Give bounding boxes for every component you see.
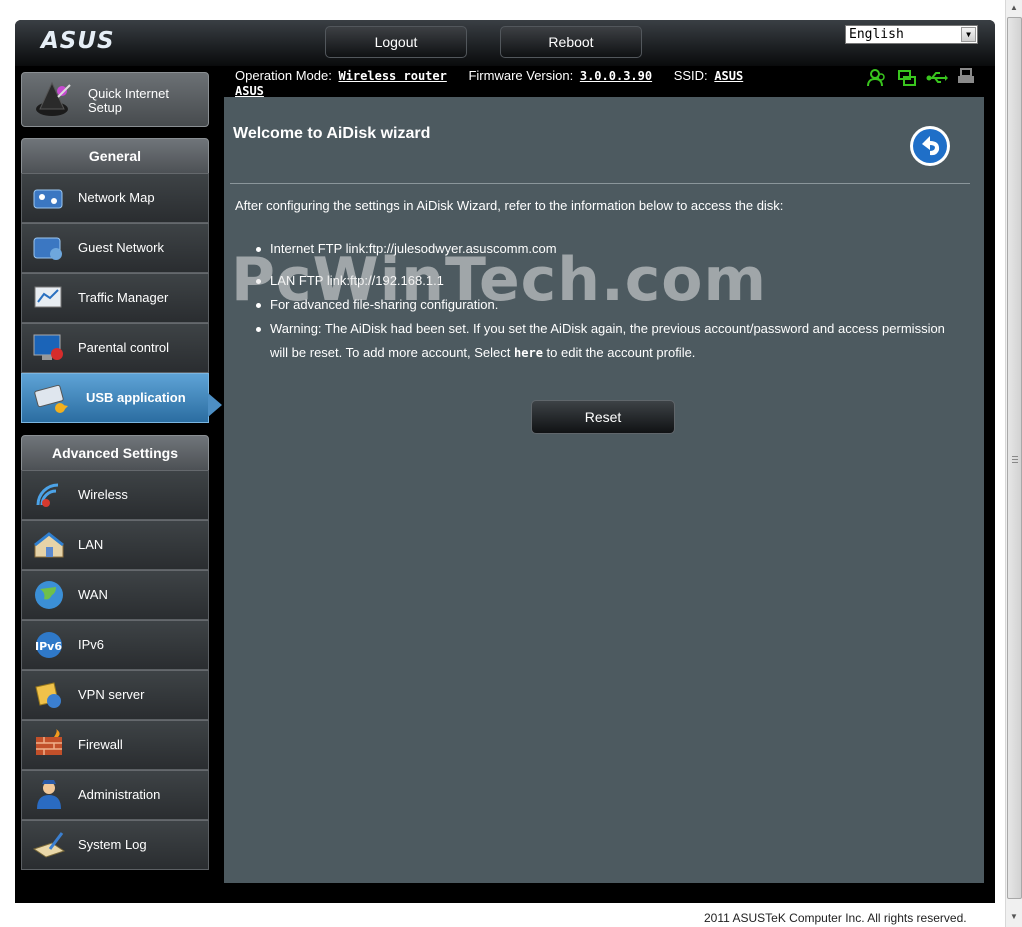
scroll-thumb[interactable] <box>1007 17 1022 899</box>
list-item: LAN FTP link:ftp://192.168.1.1 <box>250 269 950 293</box>
list-item: For advanced file-sharing configuration. <box>250 293 950 317</box>
sidebar-item-parental-control[interactable]: Parental control <box>21 323 209 373</box>
wireless-icon <box>32 479 66 511</box>
sidebar-item-wireless[interactable]: Wireless <box>21 470 209 520</box>
svg-text:IPv6: IPv6 <box>35 640 62 653</box>
internet-ftp-link[interactable]: Internet FTP link:ftp://julesodwyer.asus… <box>270 241 557 256</box>
sidebar-item-label: Wireless <box>78 487 128 502</box>
advanced-settings-header: Advanced Settings <box>21 435 209 471</box>
intro-text: After configuring the settings in AiDisk… <box>235 198 784 213</box>
usb-application-icon <box>32 382 68 414</box>
sidebar-item-label: Firewall <box>78 737 123 752</box>
firmware-label: Firmware Version: <box>468 68 574 83</box>
parental-control-icon <box>32 332 66 364</box>
clients-icon[interactable] <box>867 68 889 90</box>
copyright-footer: 2011 ASUSTeK Computer Inc. All rights re… <box>704 911 967 925</box>
list-item: Warning: The AiDisk had been set. If you… <box>250 317 950 365</box>
sidebar-item-label: IPv6 <box>78 637 105 652</box>
wizard-hat-icon <box>34 81 74 124</box>
scroll-up-icon[interactable]: ▲ <box>1010 3 1018 12</box>
language-select[interactable]: English ▼ <box>845 25 978 44</box>
vpn-server-icon <box>32 679 66 711</box>
sidebar-item-label: Guest Network <box>78 240 164 255</box>
network-icon[interactable] <box>897 68 919 90</box>
lan-ftp-link[interactable]: LAN FTP link:ftp://192.168.1.1 <box>270 273 444 288</box>
list-item: Internet FTP link:ftp://julesodwyer.asus… <box>250 237 950 261</box>
quick-internet-setup-label: Quick Internet Setup <box>88 86 169 115</box>
sidebar-item-lan[interactable]: LAN <box>21 520 209 570</box>
firewall-icon <box>32 729 66 761</box>
logout-button[interactable]: Logout <box>325 26 467 58</box>
top-header: ASUS Logout Reboot English ▼ <box>15 20 995 66</box>
sidebar-item-ipv6[interactable]: IPv6 IPv6 <box>21 620 209 670</box>
sidebar-item-guest-network[interactable]: Guest Network <box>21 223 209 273</box>
sidebar-item-wan[interactable]: WAN <box>21 570 209 620</box>
main-panel: Welcome to AiDisk wizard After configuri… <box>224 97 984 883</box>
status-icons <box>867 68 977 90</box>
language-value: English <box>849 27 904 42</box>
here-link[interactable]: here <box>514 346 543 360</box>
wan-icon <box>32 579 66 611</box>
ssid-link-1[interactable]: ASUS <box>714 69 743 83</box>
status-bar: Operation Mode: Wireless router Firmware… <box>235 68 785 98</box>
divider <box>230 183 970 184</box>
sidebar-item-system-log[interactable]: System Log <box>21 820 209 870</box>
usb-icon[interactable] <box>926 68 948 90</box>
scroll-down-icon[interactable]: ▼ <box>1010 912 1018 921</box>
sidebar-item-usb-application[interactable]: USB application <box>21 373 209 423</box>
sidebar-item-label: LAN <box>78 537 104 552</box>
sidebar-item-label: System Log <box>78 837 147 852</box>
sidebar-item-vpn-server[interactable]: VPN server <box>21 670 209 720</box>
warning-text-end: to edit the account profile. <box>546 345 696 360</box>
ssid-label: SSID: <box>673 68 708 83</box>
sidebar-item-label: Parental control <box>78 340 170 355</box>
ssid-link-2[interactable]: ASUS <box>235 84 264 98</box>
guest-network-icon <box>32 232 66 264</box>
sidebar-item-label: Administration <box>78 787 161 802</box>
sidebar-item-label: VPN server <box>78 687 145 702</box>
lan-icon <box>32 529 66 561</box>
sidebar-item-firewall[interactable]: Firewall <box>21 720 209 770</box>
system-log-icon <box>32 829 66 861</box>
sidebar-item-label: Traffic Manager <box>78 290 169 305</box>
printer-icon[interactable] <box>957 68 979 90</box>
quick-internet-setup-button[interactable]: Quick Internet Setup <box>21 72 209 127</box>
sidebar-item-label: Network Map <box>78 190 155 205</box>
advanced-config-text: For advanced file-sharing configuration. <box>270 297 499 312</box>
traffic-manager-icon <box>32 282 66 314</box>
operation-mode-link[interactable]: Wireless router <box>338 69 446 83</box>
active-indicator <box>208 393 222 417</box>
sidebar-item-administration[interactable]: Administration <box>21 770 209 820</box>
sidebar-item-label: USB application <box>86 390 186 405</box>
back-arrow-icon[interactable] <box>908 124 952 168</box>
sidebar-item-traffic-manager[interactable]: Traffic Manager <box>21 273 209 323</box>
browser-scrollbar[interactable]: ▲ ▼ <box>1005 0 1022 927</box>
reboot-button[interactable]: Reboot <box>500 26 642 58</box>
firmware-link[interactable]: 3.0.0.3.90 <box>580 69 652 83</box>
router-frame: ASUS Logout Reboot English ▼ Operation M… <box>15 20 995 903</box>
general-header: General <box>21 138 209 174</box>
operation-mode-label: Operation Mode: <box>235 68 332 83</box>
reset-button[interactable]: Reset <box>531 400 675 434</box>
network-map-icon <box>32 182 66 214</box>
asus-logo: ASUS <box>41 28 115 54</box>
administration-icon <box>32 779 66 811</box>
ipv6-icon: IPv6 <box>32 629 66 661</box>
sidebar-item-network-map[interactable]: Network Map <box>21 173 209 223</box>
page-title: Welcome to AiDisk wizard <box>233 125 431 142</box>
chevron-down-icon[interactable]: ▼ <box>961 27 976 42</box>
info-list: Internet FTP link:ftp://julesodwyer.asus… <box>250 237 950 365</box>
sidebar-item-label: WAN <box>78 587 108 602</box>
